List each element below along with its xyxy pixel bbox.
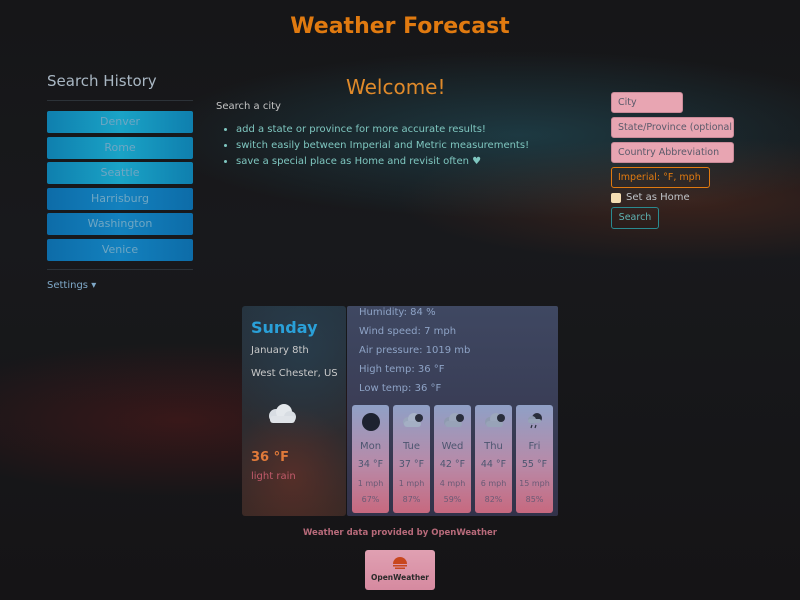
weather-card: Sunday January 8th West Chester, US 36 °… — [242, 306, 558, 516]
cloudy-icon — [475, 411, 512, 433]
forecast-wind: 15 mph — [519, 479, 550, 488]
forecast-wind: 4 mph — [439, 479, 466, 488]
tip-item: switch easily between Imperial and Metri… — [236, 138, 576, 154]
search-button[interactable]: Search — [611, 207, 659, 229]
forecast-card-fri: Fri 55 °F 15 mph 85% — [516, 405, 553, 513]
current-date: January 8th — [251, 345, 309, 356]
forecast-day: Mon — [359, 441, 382, 452]
forecast-humidity: 85% — [525, 495, 544, 504]
air-pressure-text: Air pressure: 1019 mb — [359, 345, 471, 356]
settings-dropdown[interactable]: Settings ▾ — [47, 280, 193, 291]
forecast-temp: 55 °F — [521, 459, 548, 470]
forecast-card-tue: Tue 37 °F 1 mph 87% — [393, 405, 430, 513]
humidity-text: Humidity: 84 % — [359, 307, 436, 318]
tips-list: add a state or province for more accurat… — [216, 122, 576, 170]
forecast-day: Tue — [402, 441, 421, 452]
openweather-logo[interactable]: OpenWeather — [365, 550, 435, 590]
forecast-humidity: 82% — [484, 495, 503, 504]
page-title: Weather Forecast — [290, 14, 510, 39]
details-panel: Humidity: 84 % Wind speed: 7 mph Air pre… — [347, 306, 558, 516]
welcome-heading: Welcome! — [346, 75, 446, 99]
forecast-humidity: 67% — [361, 495, 380, 504]
cloudy-icon — [434, 411, 471, 433]
data-credit: Weather data provided by OpenWeather — [302, 528, 497, 538]
search-history-heading: Search History — [47, 72, 157, 90]
search-history-list: Denver Rome Seattle Harrisburg Washingto… — [47, 111, 193, 261]
search-form: City State/Province (optional) Country A… — [611, 92, 751, 229]
forecast-temp: 42 °F — [439, 459, 466, 470]
search-city-label: Search a city — [216, 101, 281, 112]
current-day: Sunday — [251, 318, 318, 337]
cloudy-icon — [393, 411, 430, 433]
forecast-day: Wed — [441, 441, 464, 452]
forecast-wind: 1 mph — [398, 479, 425, 488]
forecast-humidity: 87% — [402, 495, 421, 504]
divider — [47, 100, 193, 101]
history-button-rome[interactable]: Rome — [47, 136, 193, 159]
history-button-washington[interactable]: Washington — [47, 213, 193, 235]
forecast-card-wed: Wed 42 °F 4 mph 59% — [434, 405, 471, 513]
history-button-venice[interactable]: Venice — [47, 238, 193, 261]
openweather-logo-text: OpenWeather — [370, 573, 430, 582]
openweather-sun-icon — [393, 557, 407, 569]
forecast-humidity: 59% — [443, 495, 462, 504]
high-temp-text: High temp: 36 °F — [359, 364, 445, 375]
forecast-day: Fri — [528, 441, 541, 452]
forecast-temp: 34 °F — [357, 459, 384, 470]
dark-circle-icon — [352, 411, 389, 433]
forecast-temp: 37 °F — [398, 459, 425, 470]
divider — [47, 268, 193, 270]
cloud-icon — [264, 402, 298, 430]
tip-item: add a state or province for more accurat… — [236, 122, 576, 138]
units-select[interactable]: Imperial: °F, mph — [611, 167, 710, 188]
forecast-day: Thu — [484, 441, 503, 452]
history-button-seattle[interactable]: Seattle — [47, 162, 193, 184]
rain-icon — [516, 411, 553, 433]
history-button-harrisburg[interactable]: Harrisburg — [47, 187, 193, 210]
set-home-checkbox[interactable] — [611, 192, 621, 203]
forecast-temp: 44 °F — [480, 459, 507, 470]
tip-item: save a special place as Home and revisit… — [236, 154, 576, 170]
current-description: light rain — [251, 471, 296, 482]
set-home-checkbox-row[interactable]: Set as Home — [611, 192, 751, 203]
forecast-card-mon: Mon 34 °F 1 mph 67% — [352, 405, 389, 513]
city-input[interactable]: City — [611, 92, 683, 113]
welcome-section: Welcome! Search a city add a state or pr… — [216, 75, 576, 170]
sidebar: Search History Denver Rome Seattle Harri… — [47, 70, 193, 291]
current-temperature: 36 °F — [251, 450, 289, 465]
forecast-card-thu: Thu 44 °F 6 mph 82% — [475, 405, 512, 513]
low-temp-text: Low temp: 36 °F — [359, 383, 442, 394]
set-home-label: Set as Home — [626, 192, 690, 203]
current-location: West Chester, US — [251, 368, 338, 379]
wind-speed-text: Wind speed: 7 mph — [359, 326, 457, 337]
country-input[interactable]: Country Abbreviation — [611, 142, 734, 163]
state-input[interactable]: State/Province (optional) — [611, 117, 734, 138]
current-weather-panel: Sunday January 8th West Chester, US 36 °… — [242, 306, 346, 516]
forecast-wind: 6 mph — [480, 479, 507, 488]
history-button-denver[interactable]: Denver — [47, 111, 193, 133]
forecast-wind: 1 mph — [357, 479, 384, 488]
